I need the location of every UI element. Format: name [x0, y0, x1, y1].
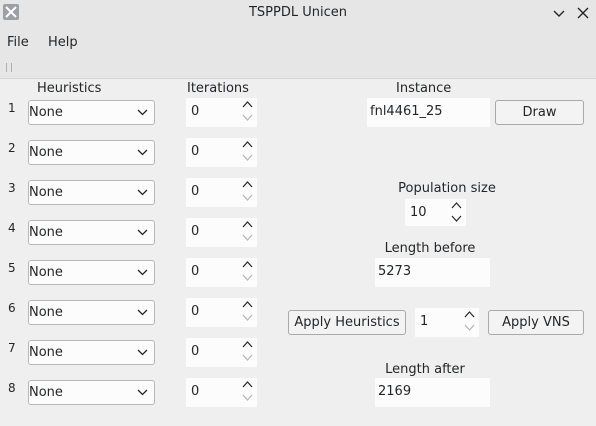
iterations-value: 0	[191, 104, 200, 119]
row-number: 1	[8, 101, 16, 115]
row-number: 7	[8, 341, 16, 355]
iterations-value: 0	[191, 224, 200, 239]
iterations-value: 0	[191, 264, 200, 279]
draw-button[interactable]: Draw	[495, 100, 584, 125]
spin-up-icon[interactable]	[464, 310, 475, 319]
iterations-header: Iterations	[187, 81, 249, 96]
heuristic-select-value: None	[29, 145, 63, 160]
spin-up-icon[interactable]	[242, 340, 253, 349]
spin-down-icon[interactable]	[242, 233, 253, 242]
spin-down-icon[interactable]	[242, 393, 253, 402]
length-after-label: Length after	[385, 362, 465, 377]
heuristic-select[interactable]: None	[28, 180, 155, 205]
toolbar-handle[interactable]	[6, 63, 12, 72]
chevron-down-icon	[137, 309, 148, 316]
spin-down-icon[interactable]	[242, 273, 253, 282]
chevron-down-icon	[137, 189, 148, 196]
spin-down-icon[interactable]	[242, 193, 253, 202]
iterations-value: 0	[191, 144, 200, 159]
toolbar	[0, 58, 596, 79]
window-title: TSPPDL Unicen	[248, 5, 347, 20]
apply-count-spinbox[interactable]: 1	[415, 308, 479, 337]
chevron-down-icon	[137, 349, 148, 356]
minimize-icon[interactable]	[549, 3, 569, 23]
iterations-spinbox[interactable]: 0	[186, 258, 257, 287]
spin-up-icon[interactable]	[242, 220, 253, 229]
spin-down-icon[interactable]	[464, 323, 475, 332]
population-spinbox[interactable]: 10	[405, 199, 466, 226]
iterations-spinbox[interactable]: 0	[186, 338, 257, 367]
heuristic-select[interactable]: None	[28, 380, 155, 405]
length-before-value: 5273	[378, 264, 412, 279]
length-before-label: Length before	[384, 241, 476, 256]
row-number: 4	[8, 221, 16, 235]
spin-up-icon[interactable]	[242, 380, 253, 389]
iterations-spinbox[interactable]: 0	[186, 138, 257, 167]
row-number: 5	[8, 261, 16, 275]
chevron-down-icon	[137, 229, 148, 236]
spin-down-icon[interactable]	[242, 153, 253, 162]
title-bar: TSPPDL Unicen	[0, 0, 596, 26]
instance-header: Instance	[396, 81, 452, 96]
population-value: 10	[410, 205, 427, 220]
heuristic-select[interactable]: None	[28, 260, 155, 285]
spin-down-icon[interactable]	[242, 353, 253, 362]
spin-up-icon[interactable]	[451, 201, 462, 210]
instance-value: fnl4461_25	[370, 104, 443, 119]
spin-up-icon[interactable]	[242, 100, 253, 109]
heuristic-select[interactable]: None	[28, 220, 155, 245]
heuristic-select[interactable]: None	[28, 100, 155, 125]
menu-file[interactable]: File	[7, 35, 29, 50]
length-before-field[interactable]: 5273	[375, 258, 490, 287]
iterations-spinbox[interactable]: 0	[186, 298, 257, 327]
chevron-down-icon	[137, 389, 148, 396]
spin-up-icon[interactable]	[242, 260, 253, 269]
menu-help[interactable]: Help	[48, 35, 78, 50]
iterations-value: 0	[191, 344, 200, 359]
spin-down-icon[interactable]	[451, 214, 462, 223]
iterations-spinbox[interactable]: 0	[186, 98, 257, 127]
spin-up-icon[interactable]	[242, 140, 253, 149]
length-after-value: 2169	[378, 384, 412, 399]
heuristic-select[interactable]: None	[28, 300, 155, 325]
iterations-spinbox[interactable]: 0	[186, 178, 257, 207]
iterations-spinbox[interactable]: 0	[186, 378, 257, 407]
spin-up-icon[interactable]	[242, 300, 253, 309]
iterations-value: 0	[191, 384, 200, 399]
row-number: 6	[8, 301, 16, 315]
heuristic-select-value: None	[29, 305, 63, 320]
heuristic-select-value: None	[29, 225, 63, 240]
population-label: Population size	[398, 181, 496, 196]
menu-bar: File Help	[0, 26, 596, 58]
row-number: 8	[8, 381, 16, 395]
apply-count-value: 1	[420, 314, 429, 329]
heuristic-select[interactable]: None	[28, 140, 155, 165]
spin-up-icon[interactable]	[242, 180, 253, 189]
chevron-down-icon	[137, 149, 148, 156]
chevron-down-icon	[137, 269, 148, 276]
apply-vns-button[interactable]: Apply VNS	[488, 310, 584, 335]
close-icon[interactable]	[573, 3, 593, 23]
iterations-spinbox[interactable]: 0	[186, 218, 257, 247]
heuristic-select[interactable]: None	[28, 340, 155, 365]
heuristic-select-value: None	[29, 265, 63, 280]
heuristic-select-value: None	[29, 185, 63, 200]
row-number: 2	[8, 141, 16, 155]
chevron-down-icon	[137, 109, 148, 116]
heuristic-select-value: None	[29, 385, 63, 400]
heuristic-select-value: None	[29, 105, 63, 120]
spin-down-icon[interactable]	[242, 313, 253, 322]
iterations-value: 0	[191, 184, 200, 199]
row-number: 3	[8, 181, 16, 195]
apply-heuristics-button[interactable]: Apply Heuristics	[288, 310, 406, 335]
instance-field[interactable]: fnl4461_25	[367, 98, 490, 127]
length-after-field[interactable]: 2169	[375, 378, 490, 407]
heuristics-header: Heuristics	[37, 81, 102, 96]
heuristic-select-value: None	[29, 345, 63, 360]
spin-down-icon[interactable]	[242, 113, 253, 122]
iterations-value: 0	[191, 304, 200, 319]
